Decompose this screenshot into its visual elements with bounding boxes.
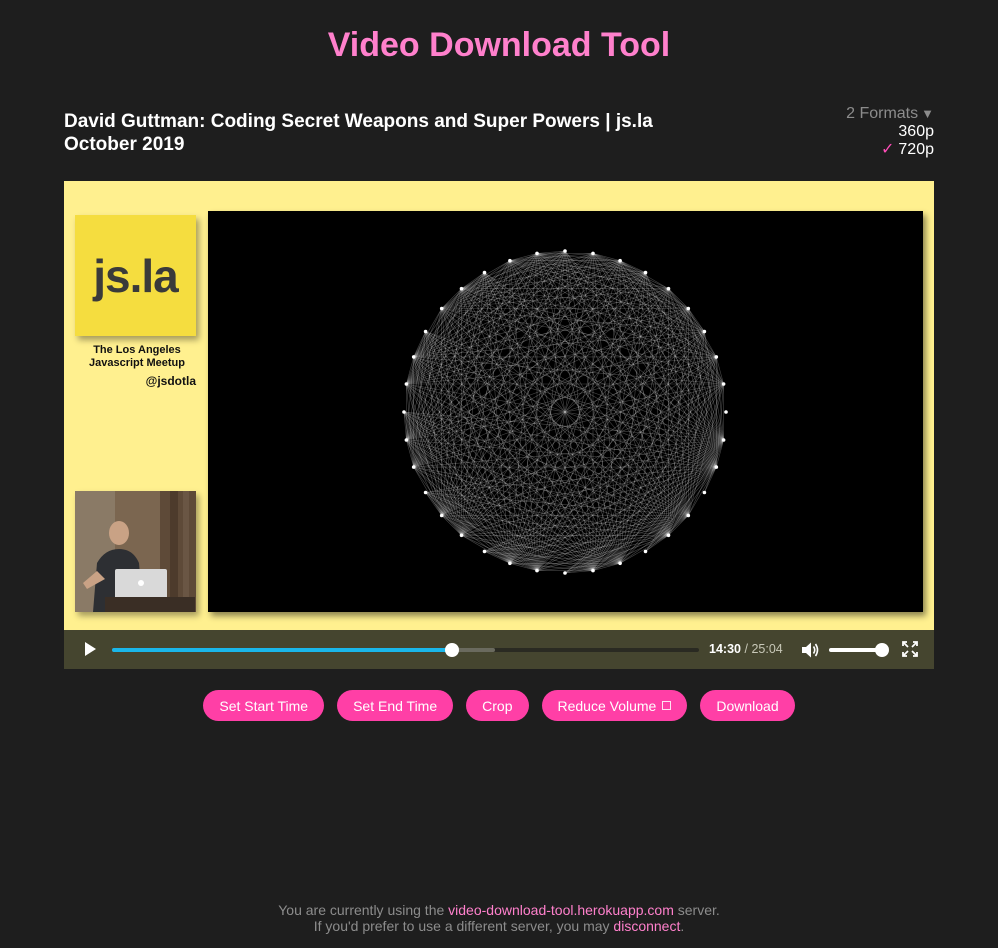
progress-scrubber-handle[interactable] [444, 643, 459, 657]
mute-button[interactable] [801, 641, 819, 659]
sphere-visualization [208, 211, 923, 612]
page: Video Download Tool David Guttman: Codin… [0, 0, 998, 948]
server-link[interactable]: video-download-tool.herokuapp.com [448, 902, 674, 918]
reduce-volume-label: Reduce Volume [557, 697, 657, 714]
volume-icon [802, 642, 819, 658]
slide-caption-line2: Javascript Meetup [89, 357, 185, 369]
time-display: 14:30 / 25:04 [709, 642, 783, 656]
format-option-label: 360p [898, 123, 934, 140]
checkmark-icon: ✓ [881, 141, 895, 158]
formats-count-label: 2 Formats [846, 105, 919, 122]
fullscreen-button[interactable] [902, 641, 918, 657]
action-buttons: Set Start Time Set End Time Crop Reduce … [0, 690, 998, 721]
video-player[interactable]: js.la The Los Angeles Javascript Meetup … [64, 181, 934, 669]
set-end-time-button[interactable]: Set End Time [337, 690, 454, 721]
progress-played [112, 648, 452, 652]
footer-line2: If you'd prefer to use a different serve… [0, 918, 998, 934]
footer-line1-prefix: You are currently using the [278, 902, 445, 918]
crop-button[interactable]: Crop [466, 690, 529, 721]
app-title: Video Download Tool [327, 26, 671, 64]
play-icon [85, 642, 96, 656]
download-button[interactable]: Download [700, 690, 795, 721]
duration: 25:04 [751, 642, 783, 656]
disconnect-link[interactable]: disconnect [613, 918, 680, 934]
footer: You are currently using the video-downlo… [0, 902, 998, 934]
player-controls: 14:30 / 25:04 [64, 630, 934, 669]
footer-line1: You are currently using the video-downlo… [0, 902, 998, 918]
video-title: David Guttman: Coding Secret Weapons and… [64, 111, 653, 155]
caret-down-icon: ▼ [921, 106, 934, 121]
footer-line2-suffix: . [680, 918, 685, 934]
formats-dropdown-toggle[interactable]: 2 Formats ▼ [846, 105, 934, 123]
slide-twitter-handle: @jsdotla [145, 374, 196, 388]
volume-slider[interactable] [829, 643, 889, 657]
volume-slider-handle[interactable] [875, 643, 889, 657]
format-option-label: 720p [898, 141, 934, 158]
format-option-360p[interactable]: 360p [846, 123, 934, 141]
jsla-logo: js.la [75, 215, 196, 336]
set-start-time-button[interactable]: Set Start Time [203, 690, 325, 721]
fullscreen-icon [902, 641, 918, 657]
footer-line2-prefix: If you'd prefer to use a different serve… [313, 918, 610, 934]
checkbox-icon [662, 701, 672, 710]
format-option-720p[interactable]: ✓ 720p [846, 141, 934, 159]
play-button[interactable] [82, 641, 98, 657]
slide-caption: The Los Angeles Javascript Meetup [72, 344, 202, 370]
format-selector: 2 Formats ▼ 360p ✓ 720p [846, 105, 934, 159]
progress-bar[interactable] [112, 643, 699, 657]
slide-caption-line1: The Los Angeles [93, 344, 181, 356]
time-separator: / [744, 642, 748, 656]
footer-line1-suffix: server. [677, 902, 720, 918]
current-time: 14:30 [709, 642, 741, 656]
reduce-volume-button[interactable]: Reduce Volume [541, 690, 688, 721]
speaker-webcam-image [75, 491, 196, 612]
